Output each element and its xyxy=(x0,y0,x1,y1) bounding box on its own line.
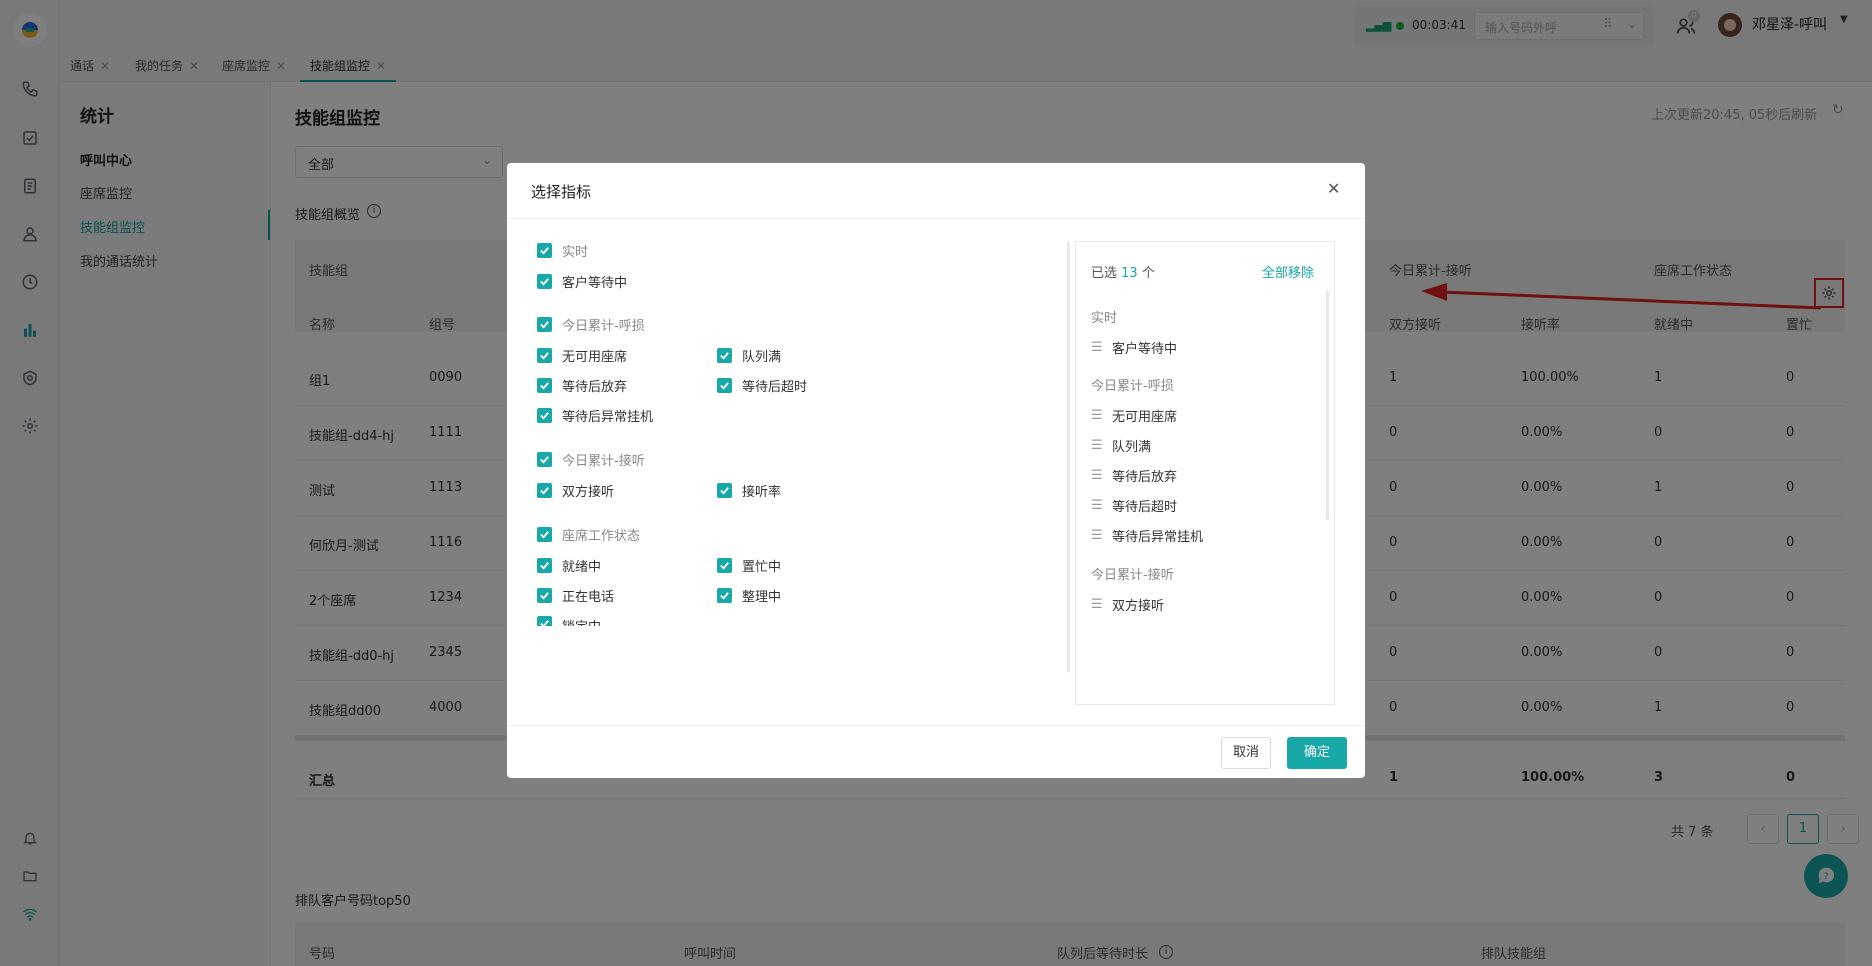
close-icon[interactable]: ✕ xyxy=(1327,179,1340,198)
select-metrics-dialog: 选择指标 ✕ 实时 客户等待中 今日累计-呼损 无可用座席 队列满 等待后放弃 … xyxy=(507,163,1365,778)
metric-checkbox[interactable]: 队列满 xyxy=(717,346,781,365)
drag-handle-icon[interactable]: ☰ xyxy=(1091,498,1104,513)
metric-group-lost-calls[interactable]: 今日累计-呼损 xyxy=(537,315,645,334)
selected-count-text: 已选 13 个 xyxy=(1091,266,1155,281)
drag-handle-icon[interactable]: ☰ xyxy=(1091,468,1104,483)
selected-item[interactable]: ☰ 无可用座席 xyxy=(1091,406,1177,425)
metric-checkbox[interactable]: 无可用座席 xyxy=(537,346,627,365)
checkbox-checked-icon xyxy=(537,616,552,626)
footer-divider xyxy=(507,725,1365,726)
selected-item[interactable]: ☰ 客户等待中 xyxy=(1091,338,1177,357)
drag-handle-icon[interactable]: ☰ xyxy=(1091,597,1104,612)
metric-checkbox[interactable]: 正在电话 xyxy=(537,586,614,605)
cancel-button[interactable]: 取消 xyxy=(1221,737,1271,769)
metric-checkbox[interactable]: 整理中 xyxy=(717,586,781,605)
metric-checkbox[interactable]: 接听率 xyxy=(717,481,781,500)
metric-checkbox[interactable]: 等待后异常挂机 xyxy=(537,406,653,425)
selected-panel: 已选 13 个 全部移除 实时 ☰ 客户等待中 今日累计-呼损 ☰ 无可用座席 ☰ 队… xyxy=(1075,241,1335,705)
selected-group-label: 今日累计-呼损 xyxy=(1091,379,1174,394)
checkbox-checked-icon xyxy=(537,317,552,332)
metric-group-answered[interactable]: 今日累计-接听 xyxy=(537,450,645,469)
drag-handle-icon[interactable]: ☰ xyxy=(1091,528,1104,543)
selected-item[interactable]: ☰ 等待后放弃 xyxy=(1091,466,1177,485)
selected-count: 13 xyxy=(1121,266,1138,281)
metric-checkbox[interactable]: 就绪中 xyxy=(537,556,601,575)
metric-checkbox[interactable]: 等待后超时 xyxy=(717,376,807,395)
selected-group-label: 实时 xyxy=(1091,311,1118,326)
metric-checkbox[interactable]: 双方接听 xyxy=(537,481,614,500)
checkbox-checked-icon xyxy=(537,348,552,363)
metric-checkbox[interactable]: 锁定中 xyxy=(537,616,601,626)
drag-handle-icon[interactable]: ☰ xyxy=(1091,340,1104,355)
metric-list-scrollbar[interactable] xyxy=(1067,241,1070,673)
selected-item[interactable]: ☰ 等待后超时 xyxy=(1091,496,1177,515)
metric-checkbox[interactable]: 客户等待中 xyxy=(537,272,627,291)
checkbox-checked-icon xyxy=(537,274,552,289)
checkbox-checked-icon xyxy=(717,348,732,363)
selected-item[interactable]: ☰ 队列满 xyxy=(1091,436,1151,455)
drag-handle-icon[interactable]: ☰ xyxy=(1091,438,1104,453)
metric-checkbox[interactable]: 置忙中 xyxy=(717,556,781,575)
selected-item[interactable]: ☰ 等待后异常挂机 xyxy=(1091,526,1203,545)
selected-scrollbar[interactable] xyxy=(1326,290,1329,520)
checkbox-checked-icon xyxy=(537,378,552,393)
metric-group-realtime[interactable]: 实时 xyxy=(537,241,588,260)
checkbox-checked-icon xyxy=(717,483,732,498)
checkbox-checked-icon xyxy=(717,588,732,603)
checkbox-checked-icon xyxy=(537,408,552,423)
drag-handle-icon[interactable]: ☰ xyxy=(1091,408,1104,423)
checkbox-checked-icon xyxy=(717,378,732,393)
selected-group-label: 今日累计-接听 xyxy=(1091,568,1174,583)
checkbox-checked-icon xyxy=(537,452,552,467)
metric-group-agent-status[interactable]: 座席工作状态 xyxy=(537,525,640,544)
remove-all-link[interactable]: 全部移除 xyxy=(1262,262,1314,281)
metric-list: 实时 客户等待中 今日累计-呼损 无可用座席 队列满 等待后放弃 等待后超时 等… xyxy=(507,219,973,719)
selected-item[interactable]: ☰ 双方接听 xyxy=(1091,595,1164,614)
metric-checkbox[interactable]: 等待后放弃 xyxy=(537,376,627,395)
confirm-button[interactable]: 确定 xyxy=(1287,737,1347,769)
checkbox-checked-icon xyxy=(717,558,732,573)
checkbox-checked-icon xyxy=(537,483,552,498)
checkbox-checked-icon xyxy=(537,558,552,573)
dialog-title: 选择指标 xyxy=(531,183,592,201)
checkbox-checked-icon xyxy=(537,588,552,603)
checkbox-checked-icon xyxy=(537,243,552,258)
checkbox-checked-icon xyxy=(537,527,552,542)
